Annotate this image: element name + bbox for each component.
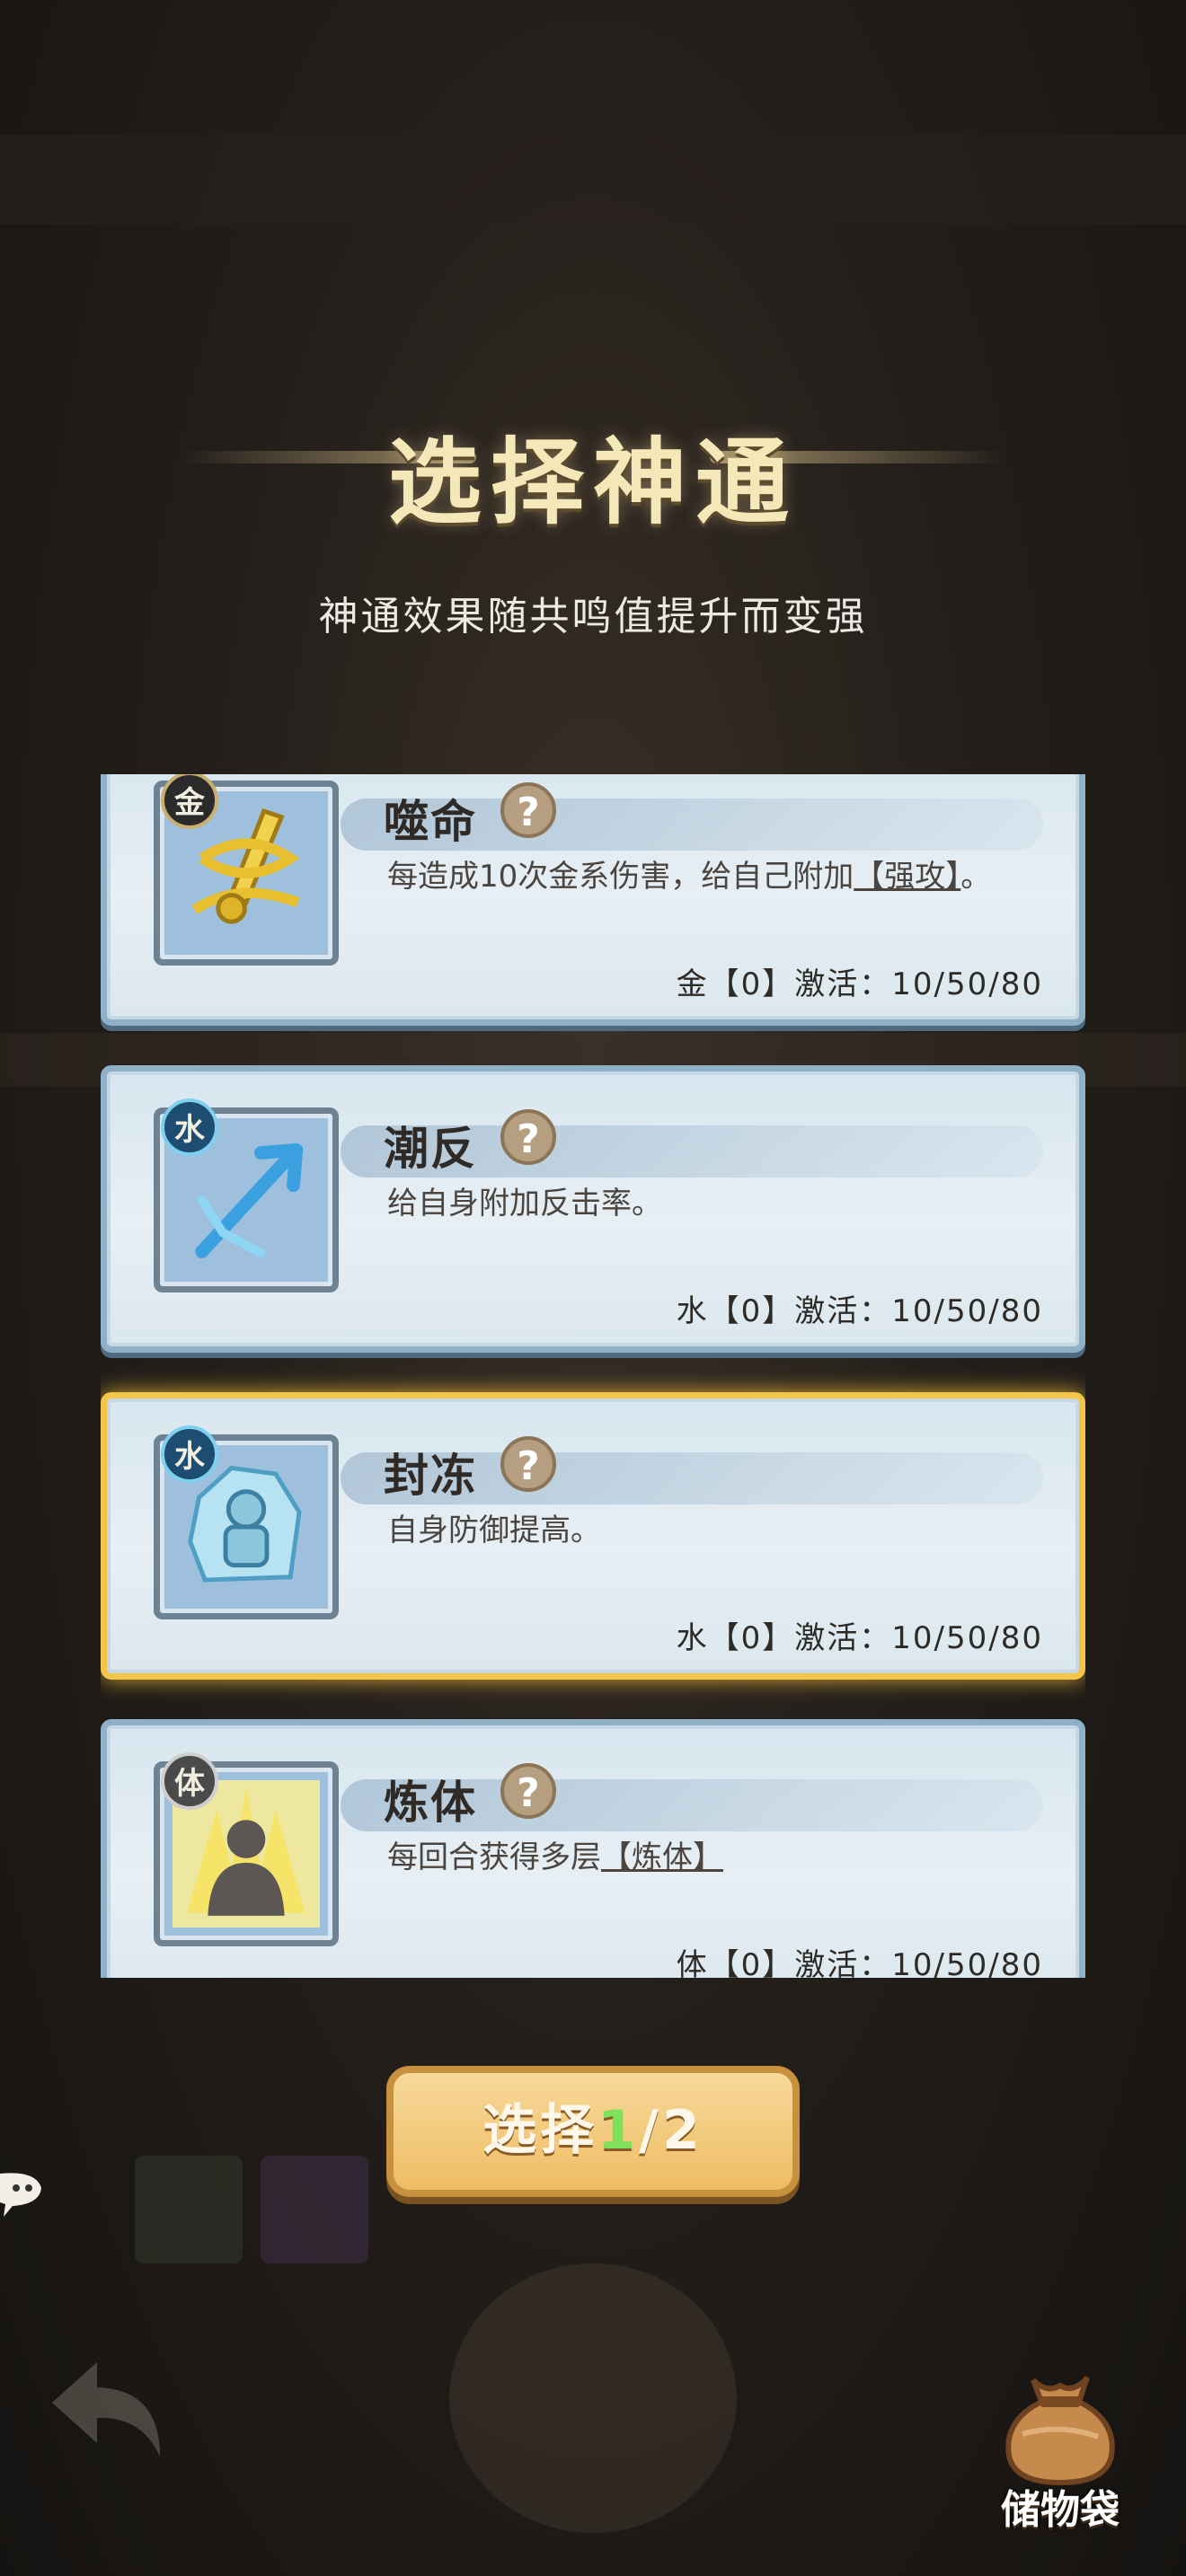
skill-card[interactable]: 金 噬命 ? 每造成10次金系伤害，给自己附加【强攻】。 金【0】激活：10/5… — [101, 774, 1085, 1026]
skill-card[interactable]: 水 潮反 ? 给自身附加反击率。 水【0】激活：10/50/80 — [101, 1065, 1085, 1353]
description-text: 。 — [960, 859, 992, 895]
help-icon[interactable]: ? — [500, 1436, 556, 1492]
description-text: 给自身附加反击率。 — [387, 1186, 662, 1222]
background-top-bar — [0, 135, 1186, 225]
keyword-link[interactable]: 【炼体】 — [601, 1839, 723, 1875]
skill-description: 每回合获得多层【炼体】 — [387, 1837, 1016, 1878]
page-title: 选择神通 — [387, 427, 798, 537]
skill-card[interactable]: 体 炼体 ? 每回合获得多层【炼体】 体【0】激活：10/50/80 — [101, 1719, 1085, 1978]
confirm-select-button[interactable]: 选择1/2 — [386, 2066, 800, 2197]
activation-thresholds: 水【0】激活：10/50/80 — [676, 1620, 1043, 1656]
select-button-label: 选择1/2 — [482, 2099, 703, 2162]
help-icon[interactable]: ? — [500, 1109, 556, 1165]
select-label: 选择 — [482, 2099, 598, 2162]
element-badge-water: 水 — [161, 1098, 218, 1156]
help-icon[interactable]: ? — [500, 782, 556, 838]
element-badge-metal: 金 — [161, 774, 218, 829]
help-icon[interactable]: ? — [500, 1763, 556, 1819]
select-total: /2 — [639, 2099, 704, 2162]
background-tile — [135, 2156, 243, 2263]
skill-name: 潮反 — [384, 1122, 477, 1175]
chat-bubble-icon[interactable] — [0, 2165, 45, 2219]
description-text: 每回合获得多层 — [387, 1839, 601, 1875]
selected-count: 1 — [597, 2099, 640, 2162]
description-text: 自身防御提高。 — [387, 1513, 601, 1548]
skill-name: 炼体 — [384, 1776, 477, 1829]
back-arrow-icon — [52, 2362, 160, 2457]
keyword-link[interactable]: 【强攻】 — [854, 859, 960, 895]
skill-card-selected[interactable]: 水 封冻 ? 自身防御提高。 水【0】激活：10/50/80 — [101, 1392, 1085, 1680]
element-badge-body: 体 — [161, 1752, 218, 1810]
activation-thresholds: 金【0】激活：10/50/80 — [676, 966, 1043, 1002]
skill-description: 给自身附加反击率。 — [387, 1183, 1016, 1224]
activation-thresholds: 体【0】激活：10/50/80 — [676, 1947, 1043, 1978]
activation-thresholds: 水【0】激活：10/50/80 — [676, 1293, 1043, 1329]
element-badge-water: 水 — [161, 1425, 218, 1483]
page-subtitle: 神通效果随共鸣值提升而变强 — [318, 594, 868, 640]
inventory-bag-button[interactable]: 储物袋 — [952, 2353, 1168, 2533]
pouch-icon — [1005, 2376, 1115, 2486]
description-text: 每造成10次金系伤害，给自己附加 — [387, 859, 854, 895]
background-tile — [261, 2156, 368, 2263]
skill-description: 自身防御提高。 — [387, 1510, 1016, 1551]
skill-name: 封冻 — [384, 1449, 477, 1502]
title-banner: 选择神通 — [180, 386, 1006, 537]
background-portrait — [449, 2263, 737, 2533]
skill-description: 每造成10次金系伤害，给自己附加【强攻】。 — [387, 856, 1016, 897]
skill-list[interactable]: 金 噬命 ? 每造成10次金系伤害，给自己附加【强攻】。 金【0】激活：10/5… — [101, 774, 1085, 1978]
skill-name: 噬命 — [384, 795, 477, 848]
inventory-label: 储物袋 — [1001, 2487, 1120, 2533]
